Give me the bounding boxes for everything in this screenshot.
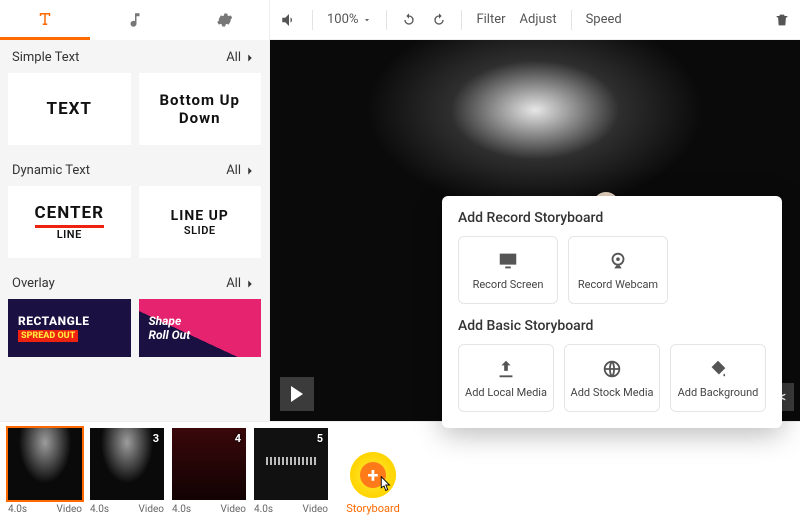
text-style-tile[interactable]: Bottom UpDown [139,73,262,145]
chevron-right-icon [243,51,257,65]
text-style-tile[interactable]: TEXT [8,73,131,145]
timeline-clip[interactable]: 5 4.0sVideo [254,428,328,515]
sidebar-tabs [0,0,269,40]
timeline-clip[interactable]: 4.0sVideo [8,428,82,515]
tab-text[interactable] [0,0,90,40]
chevron-right-icon [243,277,257,291]
volume-icon [280,11,298,29]
webcam-icon [607,250,629,272]
section-title: Dynamic Text [12,163,90,178]
music-icon [126,11,144,29]
caret-down-icon [362,15,372,25]
filter-button[interactable]: Filter [476,12,505,27]
undo-button[interactable] [401,12,417,28]
add-storyboard-label: Storyboard [346,502,400,515]
section-head-simple: Simple Text All [0,40,269,73]
see-all-simple[interactable]: All [226,50,257,65]
add-stock-media-button[interactable]: Add Stock Media [564,344,660,412]
text-style-tile[interactable]: CENTERLINE [8,186,131,258]
stage: 100% Filter Adjust Speed 4.0s [270,0,800,421]
see-all-overlay[interactable]: All [226,276,257,291]
upload-icon [495,358,517,380]
record-screen-button[interactable]: Record Screen [458,236,558,304]
mute-button[interactable] [280,11,298,29]
tab-settings[interactable] [179,0,269,40]
add-storyboard-slot: + Storyboard [336,428,410,515]
text-style-tile[interactable]: LINE UPSLIDE [139,186,262,258]
gear-icon [215,11,233,29]
cursor-pointer-icon [373,474,395,496]
section-head-dynamic: Dynamic Text All [0,153,269,186]
globe-icon [601,358,623,380]
overlay-tile[interactable]: ShapeRoll Out [139,299,262,357]
chevron-right-icon [243,164,257,178]
timeline-clip[interactable]: 3 4.0sVideo [90,428,164,515]
add-local-media-button[interactable]: Add Local Media [458,344,554,412]
add-storyboard-button[interactable]: + [350,452,396,498]
effects-sidebar: Simple Text All TEXT Bottom UpDown Dynam… [0,0,270,421]
monitor-icon [497,250,519,272]
trash-icon [774,12,790,28]
redo-icon [431,12,447,28]
redo-button[interactable] [431,12,447,28]
preview-toolbar: 100% Filter Adjust Speed [270,0,800,40]
section-head-overlay: Overlay All [0,266,269,299]
adjust-button[interactable]: Adjust [520,12,557,27]
play-button[interactable] [280,377,314,411]
see-all-dynamic[interactable]: All [226,163,257,178]
record-webcam-button[interactable]: Record Webcam [568,236,668,304]
popover-heading: Add Record Storyboard [458,210,766,226]
popover-heading: Add Basic Storyboard [458,318,766,334]
paint-bucket-icon [707,358,729,380]
undo-icon [401,12,417,28]
tab-music[interactable] [90,0,180,40]
section-title: Overlay [12,276,55,291]
add-background-button[interactable]: Add Background [670,344,766,412]
timeline: 4.0sVideo 3 4.0sVideo 4 4.0sVideo 5 4.0s… [0,421,800,521]
speed-button[interactable]: Speed [586,12,622,27]
section-title: Simple Text [12,50,79,65]
overlay-tile[interactable]: RECTANGLESPREAD OUT [8,299,131,357]
add-storyboard-popover: Add Record Storyboard Record Screen Reco… [442,196,782,428]
text-icon [36,10,54,28]
timeline-clip[interactable]: 4 4.0sVideo [172,428,246,515]
zoom-select[interactable]: 100% [327,12,372,27]
delete-button[interactable] [774,12,790,28]
